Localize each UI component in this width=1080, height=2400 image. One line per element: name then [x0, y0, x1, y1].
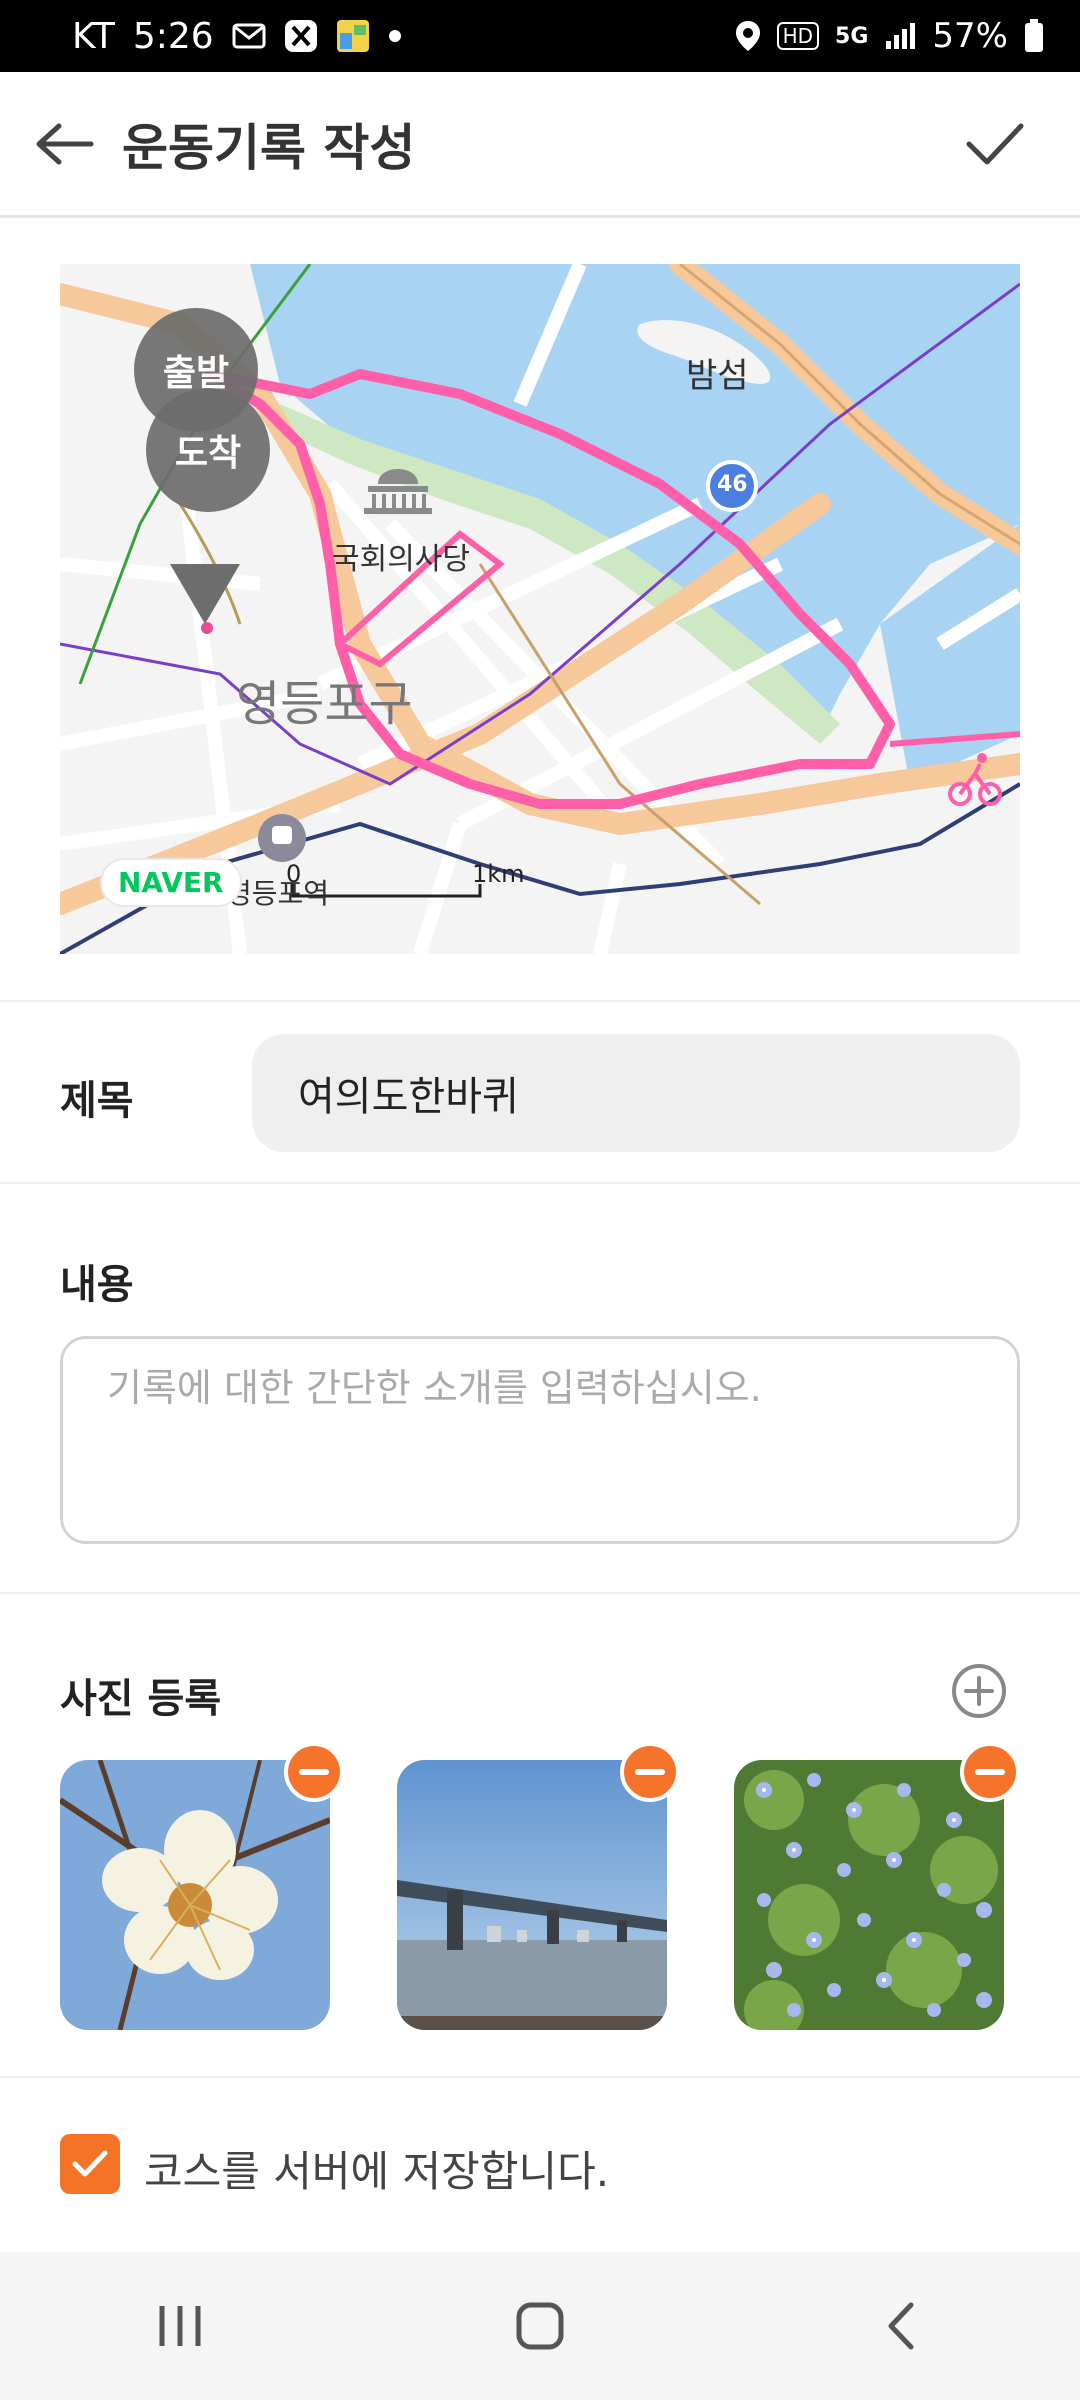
divider	[0, 2076, 1080, 2078]
page-title: 운동기록 작성	[122, 118, 416, 177]
mail-icon	[232, 23, 266, 49]
hd-badge: HD	[776, 22, 820, 50]
divider	[0, 1592, 1080, 1594]
map-label-district: 영등포구	[236, 676, 413, 732]
dot-icon	[388, 29, 402, 43]
app-x-icon	[284, 19, 318, 53]
photos-label: 사진 등록	[60, 1676, 222, 1722]
home-icon	[516, 2302, 564, 2350]
confirm-button[interactable]	[940, 89, 1050, 199]
remove-photo-button[interactable]	[284, 1742, 344, 1802]
scale-zero-label: 0	[286, 860, 302, 888]
carrier-label: KT	[72, 15, 115, 57]
battery-percent: 57%	[932, 16, 1008, 56]
naver-logo: NAVER	[100, 858, 242, 907]
title-label: 제목	[60, 1078, 134, 1124]
map-label-assembly: 국회의사당	[332, 542, 470, 577]
arrow-left-icon	[36, 123, 94, 164]
system-back-button[interactable]	[830, 2266, 970, 2386]
save-course-checkbox[interactable]	[60, 2134, 120, 2194]
scale-km-label: 1km	[472, 860, 525, 888]
content-textarea[interactable]: 기록에 대한 간단한 소개를 입력하십시오.	[60, 1336, 1020, 1544]
recent-apps-icon	[159, 2306, 201, 2346]
back-icon	[888, 2302, 914, 2350]
network-label: 5G	[835, 23, 869, 49]
add-photo-icon[interactable]	[950, 1662, 1008, 1720]
status-bar: KT 5:26 HD 5G 57%	[0, 0, 1080, 72]
map-label-route-number: 46	[717, 472, 748, 497]
calendar-app-icon	[336, 19, 370, 53]
location-icon	[735, 20, 761, 52]
divider	[0, 1182, 1080, 1184]
back-button[interactable]	[10, 89, 120, 199]
map-label-island: 밤섬	[686, 356, 749, 396]
home-button[interactable]	[470, 2266, 610, 2386]
remove-photo-button[interactable]	[960, 1742, 1020, 1802]
battery-icon	[1024, 19, 1044, 53]
checkmark-icon	[72, 2150, 108, 2177]
content-label: 내용	[60, 1262, 134, 1308]
end-pin[interactable]: 도착	[146, 388, 270, 512]
status-time: 5:26	[132, 15, 214, 57]
recent-apps-button[interactable]	[110, 2266, 250, 2386]
app-bar: 운동기록 작성	[0, 72, 1080, 218]
check-icon	[966, 123, 1024, 164]
photo-flower-blossom[interactable]	[60, 1760, 330, 2030]
save-course-label[interactable]: 코스를 서버에 저장합니다.	[144, 2138, 609, 2199]
system-nav-bar	[0, 2252, 1080, 2400]
photo-blue-flowers[interactable]	[734, 1760, 1004, 2030]
station-icon	[258, 814, 306, 862]
route-map[interactable]: 밤섬 국회의사당 영등포구 영등포역 46 NAVER 0 1km 출발 도착	[60, 264, 1020, 954]
remove-photo-button[interactable]	[620, 1742, 680, 1802]
photo-bridge-river[interactable]	[397, 1760, 667, 2030]
signal-icon	[884, 21, 916, 51]
title-input[interactable]: 여의도한바퀴	[252, 1034, 1020, 1152]
divider	[0, 1000, 1080, 1002]
